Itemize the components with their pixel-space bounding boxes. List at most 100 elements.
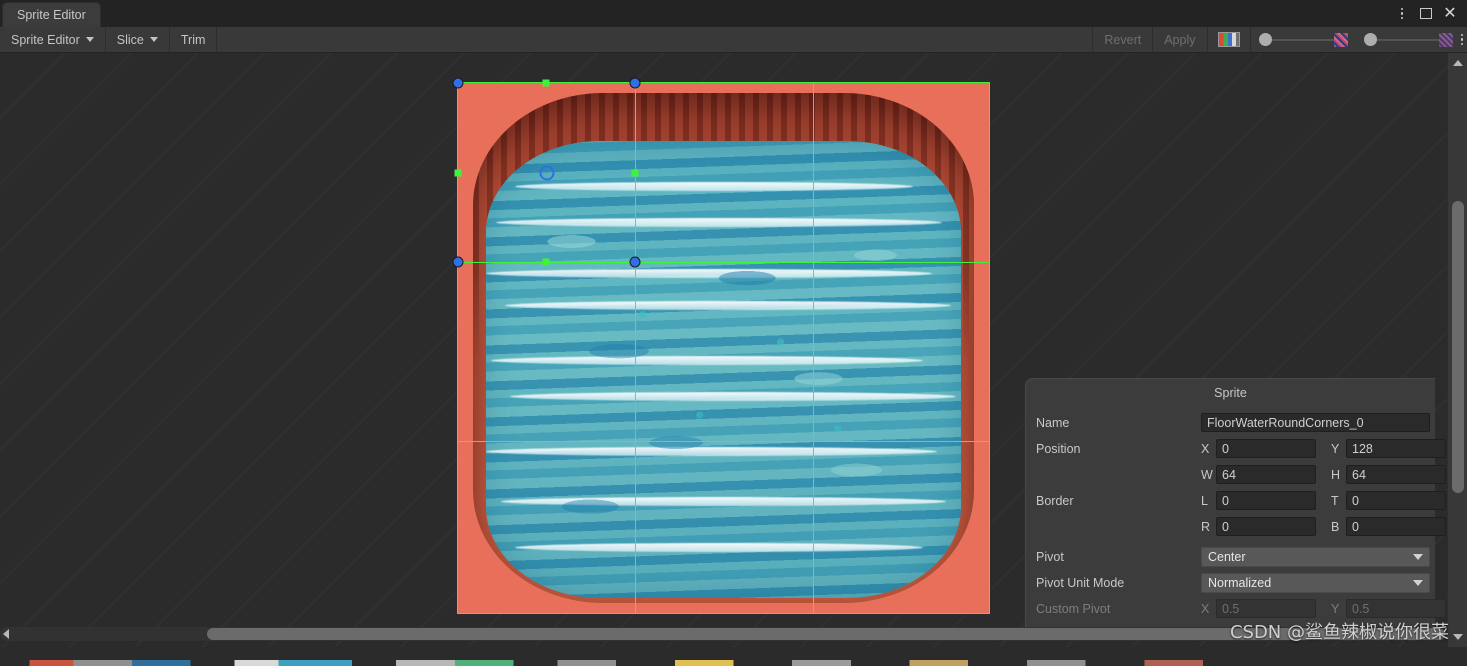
custom-pivot-y-field: 0.5: [1346, 599, 1446, 618]
sprite-editor-window: Sprite Editor ✕ Sprite Editor Slice Trim: [0, 0, 1467, 666]
pivot-dropdown[interactable]: Center: [1201, 546, 1430, 567]
chevron-down-icon: [85, 37, 94, 42]
alpha-noise-icon: [1333, 32, 1348, 47]
custom-pivot-label: Custom Pivot: [1036, 601, 1111, 616]
pivot-unit-mode-dropdown[interactable]: Normalized: [1201, 572, 1430, 593]
selection-edge-handle-top[interactable]: [542, 79, 550, 87]
border-t-field[interactable]: 0: [1346, 491, 1446, 510]
apply-label: Apply: [1164, 32, 1196, 47]
sprite-editor-dropdown-label: Sprite Editor: [11, 32, 80, 47]
alpha-slider[interactable]: [1251, 27, 1356, 52]
close-icon[interactable]: ✕: [1439, 3, 1461, 25]
selection-handle-left-mid[interactable]: [452, 256, 464, 268]
row-name: Name FloorWaterRoundCorners_0: [1036, 410, 1430, 435]
slice-dropdown[interactable]: Slice: [106, 27, 170, 52]
guide-line-horizontal: [458, 441, 989, 442]
zoom-slider[interactable]: [1356, 27, 1461, 52]
background-window-strip: [0, 660, 1467, 666]
vertical-scrollbar[interactable]: [1447, 53, 1467, 647]
position-label: Position: [1036, 441, 1081, 456]
row-pivot: Pivot Center: [1036, 544, 1430, 569]
alpha-slider-track[interactable]: [1271, 38, 1334, 41]
row-position: Position X 0 Y 128: [1036, 436, 1446, 461]
border-label: Border: [1036, 493, 1074, 508]
sprite-selection-rect[interactable]: [452, 77, 990, 614]
chevron-down-icon: [1453, 634, 1463, 640]
selection-edge-handle-bottom[interactable]: [542, 258, 550, 266]
custom-pivot-y-axis-label: Y: [1331, 601, 1340, 616]
position-x-axis-label: X: [1201, 441, 1210, 456]
selection-edge-handle-left[interactable]: [454, 169, 462, 177]
pivot-unit-mode-label: Pivot Unit Mode: [1036, 575, 1125, 590]
pivot-marker[interactable]: [539, 165, 555, 181]
sprite-editor-dropdown[interactable]: Sprite Editor: [0, 27, 106, 52]
guide-line-vertical: [635, 83, 636, 613]
chevron-down-icon: [1413, 579, 1423, 586]
selection-edge-handle-mid[interactable]: [631, 169, 639, 177]
rgb-channels-icon: [1217, 32, 1240, 47]
kebab-menu-icon[interactable]: [1391, 3, 1413, 25]
rgb-channels-button[interactable]: [1208, 27, 1251, 52]
name-label: Name: [1036, 415, 1070, 430]
border-b-axis-label: B: [1331, 519, 1340, 534]
selection-handle-top-left[interactable]: [452, 77, 464, 89]
revert-button[interactable]: Revert: [1093, 27, 1154, 52]
pivot-dropdown-value: Center: [1208, 549, 1246, 564]
pivot-label: Pivot: [1036, 549, 1064, 564]
custom-pivot-x-field: 0.5: [1216, 599, 1316, 618]
apply-button[interactable]: Apply: [1153, 27, 1208, 52]
size-w-axis-label: W: [1201, 467, 1213, 482]
chevron-down-icon: [149, 37, 158, 42]
alpha-slider-handle[interactable]: [1258, 33, 1272, 46]
size-w-field[interactable]: 64: [1216, 465, 1316, 484]
position-y-axis-label: Y: [1331, 441, 1340, 456]
border-b-field[interactable]: 0: [1346, 517, 1446, 536]
row-size: W 64 H 64: [1036, 462, 1446, 487]
panel-title: Sprite: [1214, 386, 1247, 400]
chevron-up-icon: [1453, 60, 1463, 66]
selection-handle-center[interactable]: [629, 256, 641, 268]
maximize-icon[interactable]: [1415, 3, 1437, 25]
row-border-lt: Border L 0 T 0: [1036, 488, 1446, 513]
pivot-unit-mode-value: Normalized: [1208, 575, 1272, 590]
chevron-down-icon: [1413, 553, 1423, 560]
trim-button[interactable]: Trim: [170, 27, 218, 52]
row-custom-pivot: Custom Pivot X 0.5 Y 0.5: [1036, 596, 1446, 621]
zoom-slider-handle[interactable]: [1363, 33, 1377, 46]
position-x-field[interactable]: 0: [1216, 439, 1316, 458]
size-h-field[interactable]: 64: [1346, 465, 1446, 484]
name-field[interactable]: FloorWaterRoundCorners_0: [1201, 413, 1430, 432]
title-bar: Sprite Editor ✕: [0, 0, 1467, 27]
border-l-field[interactable]: 0: [1216, 491, 1316, 510]
border-r-field[interactable]: 0: [1216, 517, 1316, 536]
hatch-pattern-icon: [1438, 32, 1453, 47]
toolbar: Sprite Editor Slice Trim Revert Apply: [0, 27, 1467, 53]
horizontal-scroll-thumb[interactable]: [207, 628, 1445, 640]
revert-label: Revert: [1104, 32, 1142, 47]
scroll-up-button[interactable]: [1448, 55, 1467, 71]
tab-label: Sprite Editor: [17, 8, 86, 22]
border-t-axis-label: T: [1331, 493, 1339, 508]
horizontal-scrollbar[interactable]: [0, 627, 1447, 641]
border-r-axis-label: R: [1201, 519, 1211, 534]
vertical-scroll-thumb[interactable]: [1452, 201, 1464, 493]
row-pivot-unit-mode: Pivot Unit Mode Normalized: [1036, 570, 1430, 595]
sprite-canvas[interactable]: Sprite Name FloorWaterRoundCorners_0 Pos…: [0, 53, 1447, 647]
tab-sprite-editor[interactable]: Sprite Editor: [2, 2, 101, 27]
toolbar-overflow-icon[interactable]: [1460, 27, 1467, 52]
position-y-field[interactable]: 128: [1346, 439, 1446, 458]
row-border-rb: R 0 B 0: [1036, 514, 1446, 539]
border-l-axis-label: L: [1201, 493, 1208, 508]
selection-handle-top-mid[interactable]: [629, 77, 641, 89]
zoom-slider-track[interactable]: [1376, 38, 1439, 41]
scroll-down-button[interactable]: [1448, 629, 1467, 645]
sprite-properties-panel: Sprite Name FloorWaterRoundCorners_0 Pos…: [1025, 378, 1446, 634]
scroll-left-button[interactable]: [3, 627, 9, 641]
guide-line-horizontal: [458, 262, 989, 263]
chevron-left-icon: [3, 629, 9, 639]
custom-pivot-x-axis-label: X: [1201, 601, 1210, 616]
size-h-axis-label: H: [1331, 467, 1341, 482]
trim-label: Trim: [180, 32, 206, 47]
window-controls: ✕: [1391, 0, 1461, 27]
guide-line-vertical: [813, 83, 814, 613]
